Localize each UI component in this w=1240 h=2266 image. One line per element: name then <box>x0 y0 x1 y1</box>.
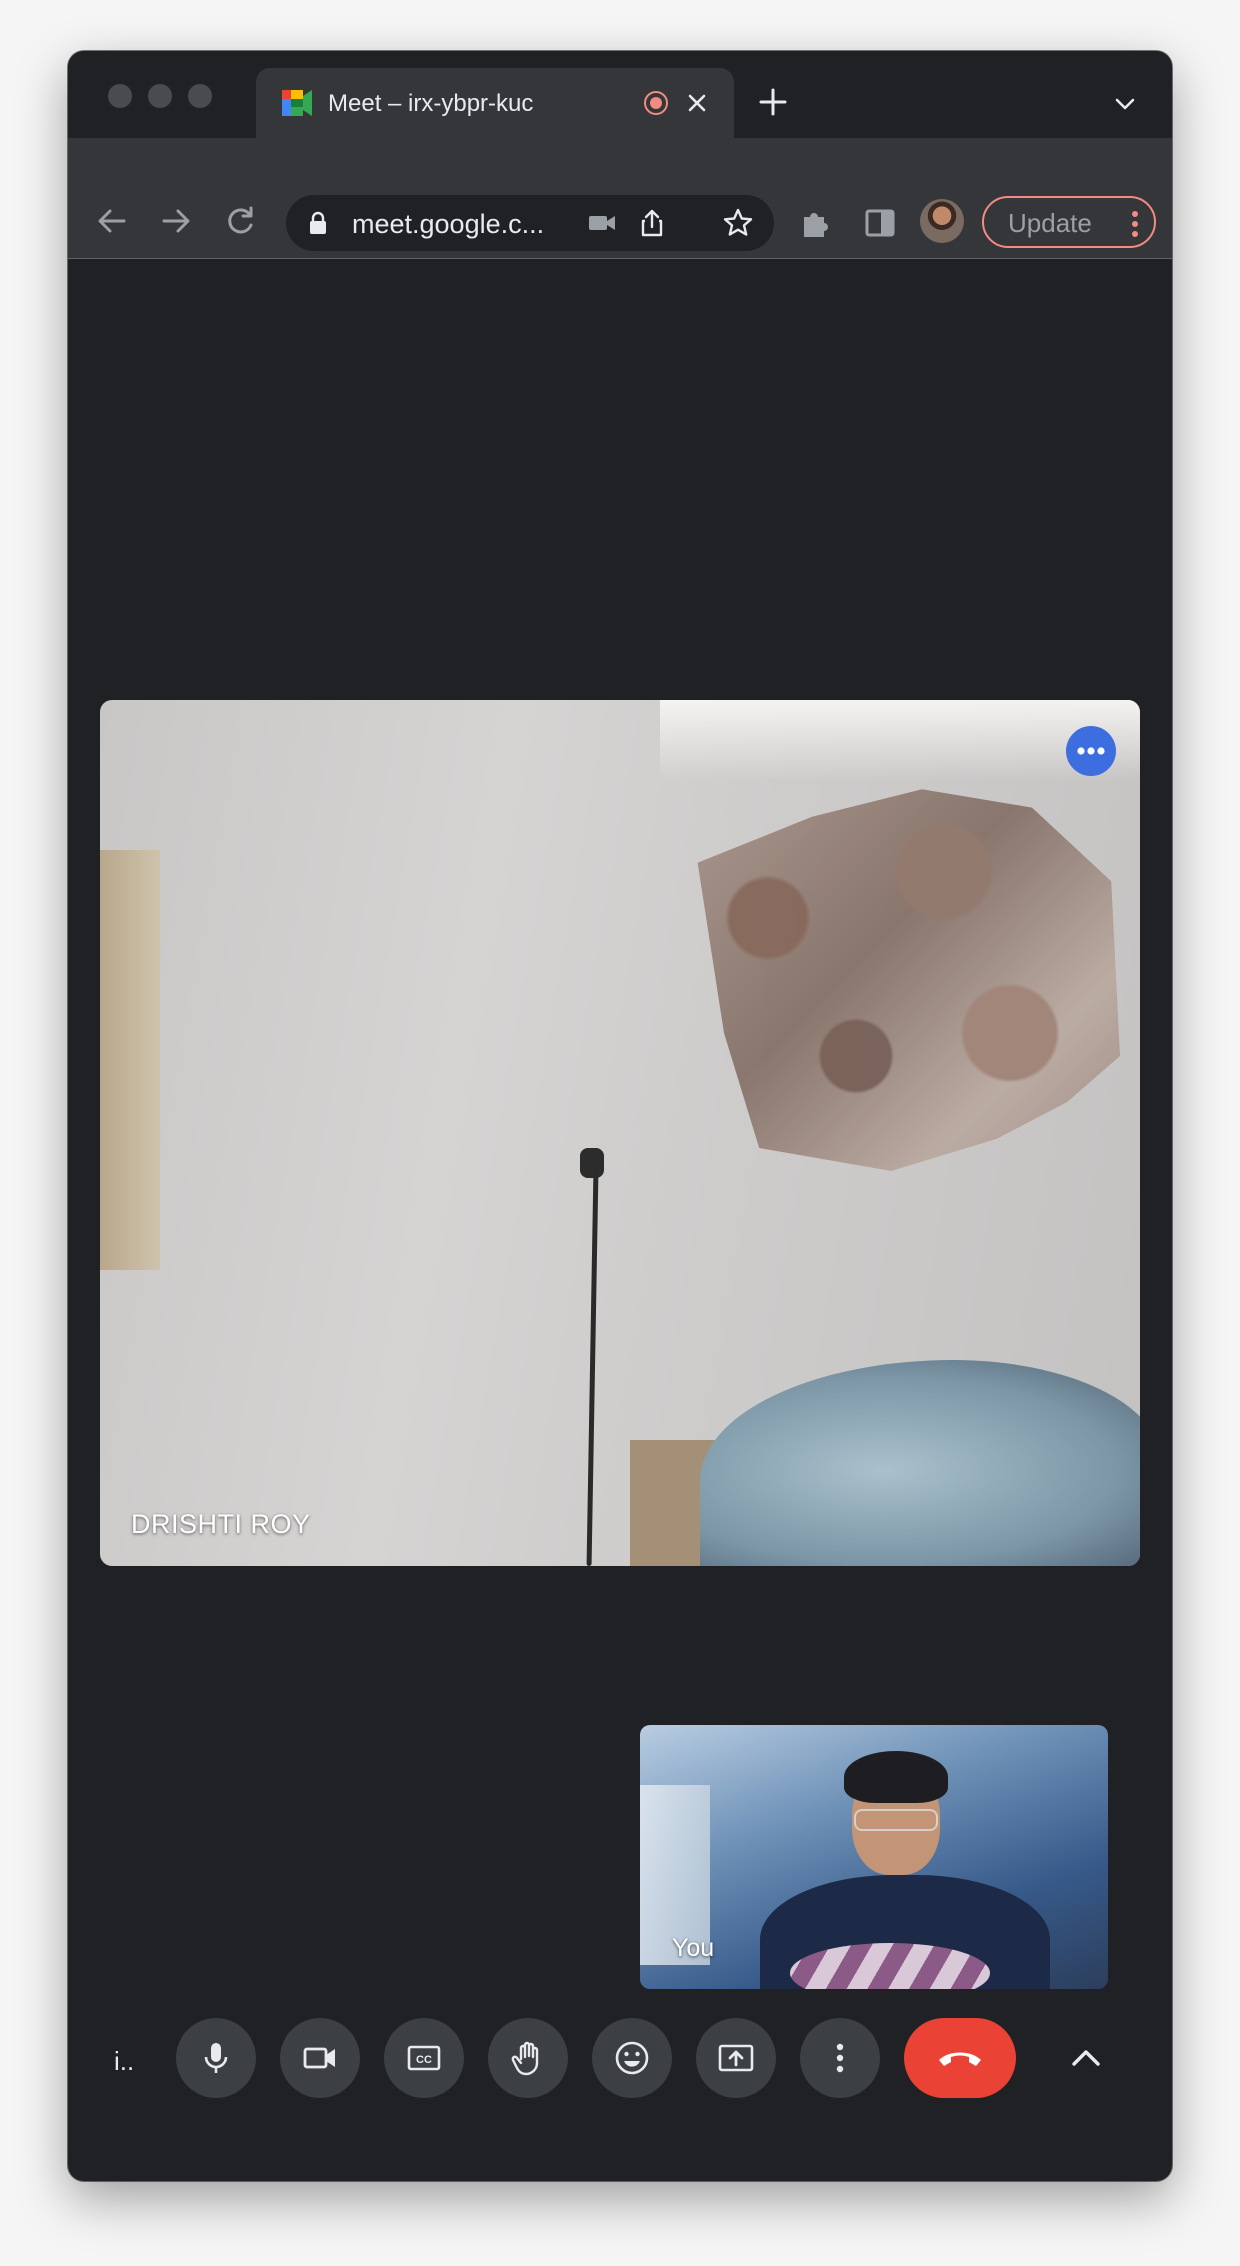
close-window-button[interactable] <box>108 84 132 108</box>
tab-strip: Meet – irx-ybpr-kuc <box>68 51 1172 138</box>
tile-options-button[interactable] <box>1066 726 1116 776</box>
call-end-icon <box>939 2052 981 2066</box>
update-button-label: Update <box>1008 208 1092 238</box>
captions-button[interactable]: CC <box>384 2018 464 2098</box>
chevron-up-icon[interactable] <box>1066 2038 1106 2078</box>
extensions-puzzle-icon[interactable] <box>796 203 836 243</box>
self-view-label: You <box>672 1934 715 1962</box>
present-screen-icon <box>718 2044 754 2072</box>
url-text: meet.google.c... <box>352 209 545 239</box>
forward-arrow-icon[interactable] <box>156 201 196 241</box>
video-wall-collage <box>697 789 1120 1171</box>
more-options-button[interactable] <box>800 2018 880 2098</box>
tab-close-icon[interactable] <box>680 86 714 120</box>
minimize-window-button[interactable] <box>148 84 172 108</box>
present-button[interactable] <box>696 2018 776 2098</box>
more-vert-icon <box>1132 211 1138 237</box>
browser-window: Meet – irx-ybpr-kuc meet.google.c... Upd… <box>68 51 1172 2181</box>
browser-toolbar: meet.google.c... Update <box>68 138 1172 259</box>
bookmark-star-icon[interactable] <box>722 207 754 239</box>
tab-meet[interactable]: Meet – irx-ybpr-kuc <box>256 68 734 138</box>
video-cable <box>586 1169 599 1566</box>
video-wall-socket <box>580 1148 604 1178</box>
new-tab-icon[interactable] <box>756 85 790 119</box>
videocam-icon <box>303 2047 335 2069</box>
maximize-window-button[interactable] <box>188 84 212 108</box>
video-blanket <box>700 1360 1140 1566</box>
share-icon[interactable] <box>636 207 668 239</box>
self-video-glasses <box>854 1809 938 1831</box>
chevron-down-icon[interactable] <box>1110 89 1140 119</box>
side-panel-icon[interactable] <box>860 203 900 243</box>
lock-icon[interactable] <box>308 211 328 235</box>
participant-name: DRISHTI ROY <box>131 1509 311 1539</box>
camera-button[interactable] <box>280 2018 360 2098</box>
mic-icon <box>204 2043 228 2073</box>
update-button[interactable]: Update <box>982 196 1156 248</box>
hand-icon <box>511 2041 539 2076</box>
meeting-code[interactable]: i.. <box>114 2046 134 2077</box>
self-video-hair <box>844 1751 948 1803</box>
google-meet-icon <box>282 90 312 116</box>
raise-hand-button[interactable] <box>488 2018 568 2098</box>
reactions-button[interactable] <box>592 2018 672 2098</box>
address-bar[interactable]: meet.google.c... <box>286 195 774 251</box>
recording-indicator-icon <box>644 91 668 115</box>
microphone-button[interactable] <box>176 2018 256 2098</box>
reload-icon[interactable] <box>220 201 260 241</box>
leave-call-button[interactable] <box>904 2018 1016 2098</box>
participant-video-tile[interactable]: DRISHTI ROY <box>100 700 1140 1566</box>
more-vert-icon <box>836 2043 844 2073</box>
svg-text:CC: CC <box>416 2054 432 2066</box>
closed-caption-icon: CC <box>407 2045 441 2071</box>
emoji-icon <box>615 2041 649 2075</box>
self-view-tile[interactable]: You <box>640 1725 1108 1989</box>
profile-avatar[interactable] <box>920 199 964 243</box>
tab-title: Meet – irx-ybpr-kuc <box>328 90 534 117</box>
more-horiz-icon <box>1077 747 1105 755</box>
video-door-frame <box>100 850 160 1270</box>
camera-in-use-icon[interactable] <box>586 207 618 239</box>
back-arrow-icon[interactable] <box>92 201 132 241</box>
